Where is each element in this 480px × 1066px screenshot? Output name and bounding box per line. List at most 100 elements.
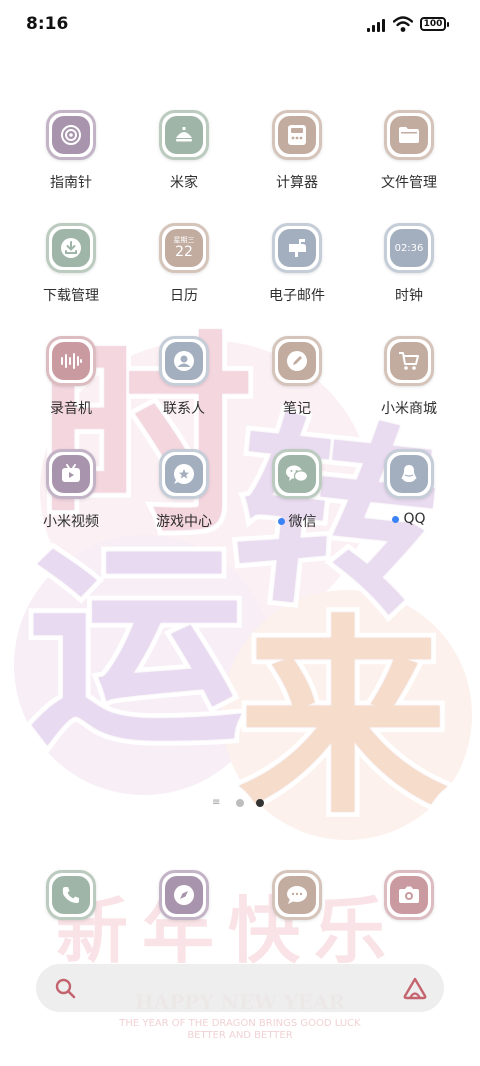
app-label-text: 电子邮件 xyxy=(269,288,325,304)
app-compass[interactable]: 指南针 xyxy=(21,110,121,192)
wallpaper-char: 运 xyxy=(23,522,248,773)
compass-dial-icon-frame xyxy=(46,110,96,160)
app-label-text: 小米商城 xyxy=(381,401,437,417)
download-icon xyxy=(52,229,90,267)
app-label-text: 时钟 xyxy=(395,288,423,304)
status-bar: 8:16 100 xyxy=(0,0,480,50)
pencil-icon-frame xyxy=(272,336,322,386)
browser-compass-icon-frame xyxy=(159,870,209,920)
browser-compass-icon xyxy=(165,876,203,914)
dock-messages[interactable] xyxy=(247,870,347,920)
app-label: 计算器 xyxy=(247,172,347,192)
new-badge-dot xyxy=(277,517,285,525)
clock-icon: 02:36 xyxy=(390,229,428,267)
search-icon[interactable] xyxy=(54,977,76,999)
signal-icon xyxy=(367,18,389,32)
calendar-icon: 星期三 22 xyxy=(165,229,203,267)
app-label-text: 米家 xyxy=(170,175,198,191)
app-label: 小米视频 xyxy=(21,511,121,531)
shopping-cart-icon-frame xyxy=(384,336,434,386)
app-qq[interactable]: QQ xyxy=(359,449,459,527)
game-star-icon-frame xyxy=(159,449,209,499)
wifi-icon xyxy=(393,16,413,32)
compass-dial-icon xyxy=(52,116,90,154)
app-label: QQ xyxy=(359,511,459,527)
download-icon-frame xyxy=(46,223,96,273)
smart-home-icon xyxy=(165,116,203,154)
calculator-icon xyxy=(278,116,316,154)
battery-icon: 100 xyxy=(420,17,449,31)
app-recorder[interactable]: 录音机 xyxy=(21,336,121,418)
assistant-icon[interactable] xyxy=(402,976,428,1000)
app-download-manager[interactable]: 下载管理 xyxy=(21,223,121,305)
pencil-icon xyxy=(278,342,316,380)
app-label: 下载管理 xyxy=(21,285,121,305)
calculator-icon-frame xyxy=(272,110,322,160)
folder-icon-frame xyxy=(384,110,434,160)
app-label-text: 小米视频 xyxy=(43,514,99,530)
phone-icon-frame xyxy=(46,870,96,920)
calendar-icon-frame: 星期三 22 xyxy=(159,223,209,273)
app-label-text: 游戏中心 xyxy=(156,514,212,530)
wallpaper-blob xyxy=(14,535,274,795)
status-time: 8:16 xyxy=(26,14,69,34)
video-icon xyxy=(52,455,90,493)
mailbox-icon xyxy=(278,229,316,267)
dock-camera[interactable] xyxy=(359,870,459,920)
calendar-date: 22 xyxy=(175,244,193,260)
search-bar[interactable] xyxy=(36,964,444,1012)
app-label: 文件管理 xyxy=(359,172,459,192)
app-label: 游戏中心 xyxy=(134,511,234,531)
app-label-text: 下载管理 xyxy=(43,288,99,304)
phone-icon xyxy=(52,876,90,914)
app-label: 笔记 xyxy=(247,398,347,418)
sound-wave-icon-frame xyxy=(46,336,96,386)
app-notes[interactable]: 笔记 xyxy=(247,336,347,418)
app-label-text: QQ xyxy=(403,511,426,527)
sound-wave-icon xyxy=(52,342,90,380)
app-label: 小米商城 xyxy=(359,398,459,418)
app-contacts[interactable]: 联系人 xyxy=(134,336,234,418)
app-file-manager[interactable]: 文件管理 xyxy=(359,110,459,192)
wallpaper-greeting-sub-line: THE YEAR OF THE DRAGON BRINGS GOOD LUCK xyxy=(119,1018,361,1029)
app-mi-store[interactable]: 小米商城 xyxy=(359,336,459,418)
app-mijia[interactable]: 米家 xyxy=(134,110,234,192)
app-mi-video[interactable]: 小米视频 xyxy=(21,449,121,531)
app-label-text: 微信 xyxy=(288,514,317,530)
app-calendar[interactable]: 星期三 22 日历 xyxy=(134,223,234,305)
app-wechat[interactable]: 微信 xyxy=(247,449,347,531)
wallpaper-greeting-sub: THE YEAR OF THE DRAGON BRINGS GOOD LUCK … xyxy=(0,1018,480,1042)
app-label: 录音机 xyxy=(21,398,121,418)
app-label-text: 指南针 xyxy=(50,175,92,191)
new-badge-dot xyxy=(392,515,400,523)
game-star-icon xyxy=(165,455,203,493)
app-email[interactable]: 电子邮件 xyxy=(247,223,347,305)
mailbox-icon-frame xyxy=(272,223,322,273)
dock-phone[interactable] xyxy=(21,870,121,920)
app-clock[interactable]: 02:36 时钟 xyxy=(359,223,459,305)
app-calculator[interactable]: 计算器 xyxy=(247,110,347,192)
app-label-text: 录音机 xyxy=(50,401,92,417)
contact-icon xyxy=(165,342,203,380)
app-label-text: 文件管理 xyxy=(381,175,437,191)
video-icon-frame xyxy=(46,449,96,499)
wechat-icon-frame xyxy=(272,449,322,499)
camera-icon xyxy=(390,876,428,914)
wechat-icon xyxy=(278,455,316,493)
app-label: 微信 xyxy=(247,511,347,531)
app-label: 电子邮件 xyxy=(247,285,347,305)
message-icon-frame xyxy=(272,870,322,920)
page-indicator[interactable]: ≡ xyxy=(212,797,272,809)
page-dot xyxy=(236,799,244,807)
app-label: 时钟 xyxy=(359,285,459,305)
clock-time: 02:36 xyxy=(394,242,424,254)
dock-browser[interactable] xyxy=(134,870,234,920)
app-label: 日历 xyxy=(134,285,234,305)
contact-icon-frame xyxy=(159,336,209,386)
smart-home-icon-frame xyxy=(159,110,209,160)
page-dot-active xyxy=(256,799,264,807)
app-label: 联系人 xyxy=(134,398,234,418)
message-icon xyxy=(278,876,316,914)
qq-penguin-icon xyxy=(390,455,428,493)
app-game-center[interactable]: 游戏中心 xyxy=(134,449,234,531)
